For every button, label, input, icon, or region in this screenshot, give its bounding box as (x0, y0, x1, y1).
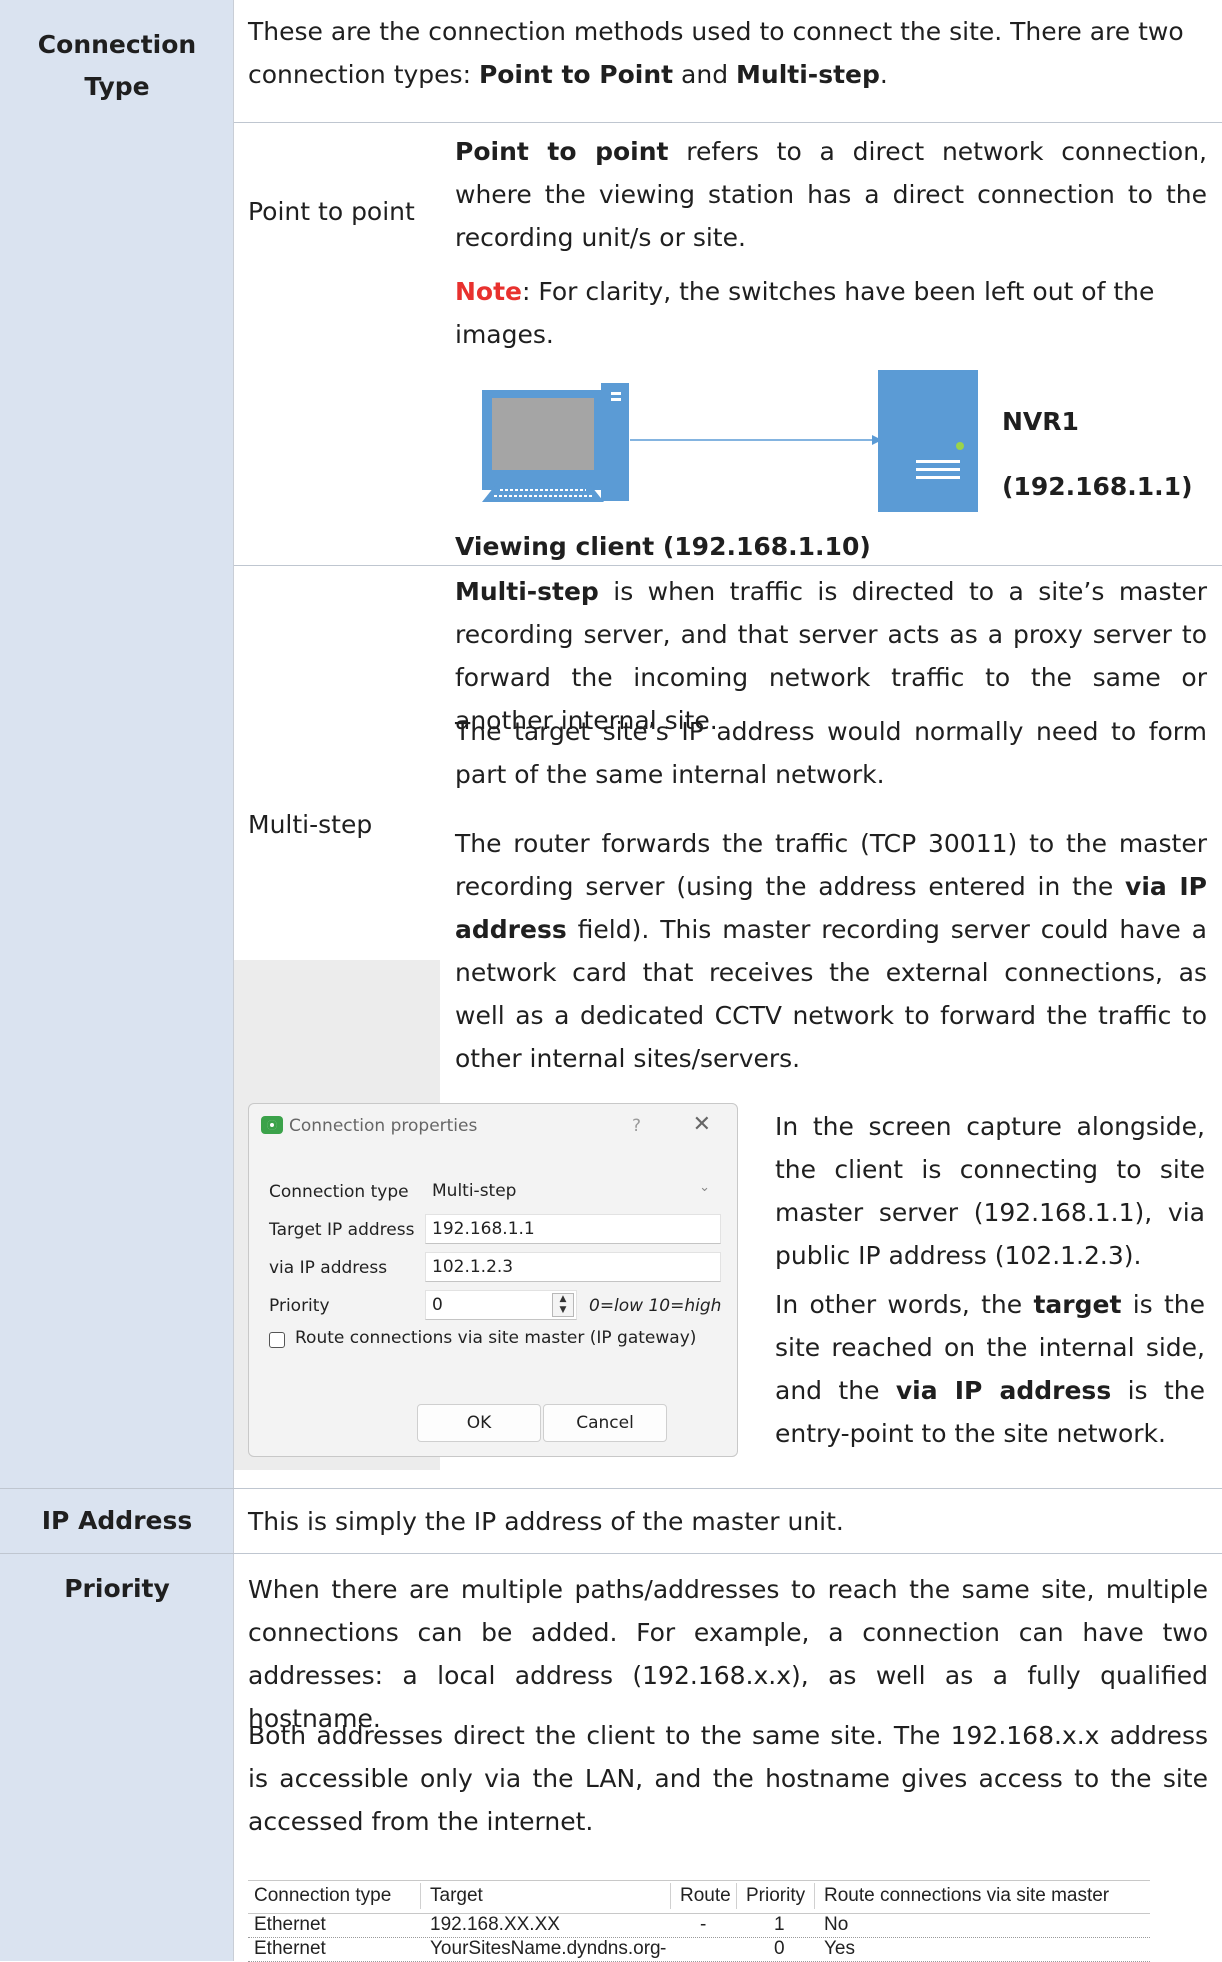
ptp-note: Note: For clarity, the switches have bee… (455, 270, 1215, 356)
side-p2-a: In other words, the (775, 1290, 1034, 1319)
divider (0, 1553, 1222, 1554)
eye-app-icon (261, 1116, 283, 1134)
ms-bold: Multi-step (455, 577, 599, 606)
connection-settings-page: Connection Type These are the connection… (0, 0, 1222, 1962)
cell-priority: 0 (774, 1938, 785, 1959)
connection-type-intro: These are the connection methods used to… (248, 10, 1208, 96)
ms-p3-a: The router forwards the traffic (TCP 300… (455, 829, 1207, 901)
connection-type-label: Connection type (269, 1182, 409, 1202)
cell-target: YourSitesName.dyndns.org (430, 1938, 661, 1959)
cell-target: 192.168.XX.XX (430, 1914, 560, 1935)
point-to-point-description: Point to point refers to a direct networ… (455, 130, 1207, 259)
cell-route-site-master: Yes (824, 1938, 855, 1959)
priority-label: Priority (269, 1296, 330, 1316)
table-row[interactable]: Ethernet 192.168.XX.XX - 1 No (248, 1913, 1150, 1938)
intro-and: and (673, 60, 737, 89)
via-ip-input[interactable]: 102.1.2.3 (425, 1252, 721, 1282)
client-caption: Viewing client (192.168.1.10) (455, 532, 871, 561)
intro-text: connection types: (248, 60, 479, 89)
ok-button[interactable]: OK (417, 1404, 541, 1442)
column-separator (736, 1883, 737, 1909)
network-diagram (482, 370, 978, 512)
via-ip-label: via IP address (269, 1258, 388, 1278)
header-route: Route (680, 1885, 731, 1906)
note-label: Note (455, 277, 523, 306)
nvr-ip: (192.168.1.1) (1002, 472, 1193, 501)
close-icon[interactable]: ✕ (693, 1112, 711, 1137)
cell-connection-type: Ethernet (254, 1938, 326, 1959)
target-ip-input[interactable]: 192.168.1.1 (425, 1214, 721, 1244)
intro-line-1: These are the connection methods used to… (248, 17, 1184, 46)
divider (0, 1488, 1222, 1489)
connection-type-select[interactable]: Multi-step ⌄ (425, 1176, 721, 1206)
side-p2-bold-target: target (1033, 1290, 1122, 1319)
connection-type-value: Multi-step (432, 1181, 517, 1201)
cancel-button[interactable]: Cancel (543, 1404, 667, 1442)
heading-line-1: Connection (37, 30, 197, 59)
cell-route-site-master: No (824, 1914, 849, 1935)
connection-properties-dialog: Connection properties ? ✕ Connection typ… (248, 1103, 738, 1457)
ip-address-text: This is simply the IP address of the mas… (248, 1507, 844, 1536)
priority-stepper[interactable]: 0 ▲ ▼ (425, 1290, 577, 1320)
multi-step-label: Multi-step (248, 810, 373, 839)
multi-step-p2: The target site’s IP address would norma… (455, 717, 1207, 789)
header-route-site-master: Route connections via site master (824, 1885, 1110, 1906)
priority-hint: 0=low 10=high (589, 1296, 722, 1316)
column-separator (814, 1883, 815, 1909)
divider (234, 122, 1222, 123)
dialog-side-p1: In the screen capture alongside, the cli… (775, 1112, 1205, 1270)
point-to-point-label: Point to point (248, 197, 415, 226)
cell-route: - (700, 1914, 707, 1935)
column-separator (420, 1883, 421, 1909)
dialog-titlebar: Connection properties ? ✕ (249, 1104, 737, 1148)
header-priority: Priority (746, 1885, 806, 1906)
intro-end: . (879, 60, 888, 89)
label-column (0, 0, 234, 1961)
header-target: Target (430, 1885, 483, 1906)
ptp-bold: Point to point (455, 137, 669, 166)
column-separator (670, 1883, 671, 1909)
priority-value: 0 (432, 1295, 443, 1315)
header-connection-type: Connection type (254, 1885, 392, 1906)
priority-heading: Priority (64, 1574, 170, 1603)
keyboard-icon (482, 482, 604, 502)
help-button[interactable]: ? (632, 1116, 641, 1136)
priority-p2: Both addresses direct the client to the … (248, 1721, 1208, 1836)
ip-address-heading: IP Address (41, 1506, 193, 1535)
dialog-side-p2: In other words, the target is the site r… (775, 1283, 1205, 1455)
nvr-server-icon (878, 370, 978, 512)
note-text: : For clarity, the switches have been le… (455, 277, 1155, 349)
route-checkbox-label: Route connections via site master (IP ga… (295, 1328, 697, 1348)
cell-connection-type: Ethernet (254, 1914, 326, 1935)
chevron-down-icon: ⌄ (699, 1180, 710, 1195)
cell-priority: 1 (774, 1914, 785, 1935)
nvr-name: NVR1 (1002, 407, 1079, 436)
heading-line-2: Type (84, 72, 150, 101)
connection-type-heading: Connection Type (0, 24, 234, 108)
target-ip-label: Target IP address (269, 1220, 415, 1240)
stepper-arrows-icon[interactable]: ▲ ▼ (552, 1293, 574, 1317)
table-header: Connection type Target Route Priority Ro… (248, 1880, 1150, 1914)
connections-table: Connection type Target Route Priority Ro… (248, 1880, 1150, 1962)
multi-step-p3: The router forwards the traffic (TCP 300… (455, 822, 1207, 1080)
intro-bold-point: Point to Point (478, 60, 674, 89)
ms-p3-b: field). This master recording server cou… (455, 915, 1207, 1073)
route-checkbox[interactable] (269, 1332, 285, 1348)
intro-line-2: connection types: Point to Point and Mul… (248, 53, 1208, 96)
cell-route: - (660, 1938, 667, 1959)
intro-bold-multistep: Multi-step (736, 60, 880, 89)
dialog-title: Connection properties (289, 1116, 478, 1136)
table-row[interactable]: Ethernet YourSitesName.dyndns.org - 0 Ye… (248, 1937, 1150, 1962)
side-p2-bold-via: via IP address (895, 1376, 1112, 1405)
